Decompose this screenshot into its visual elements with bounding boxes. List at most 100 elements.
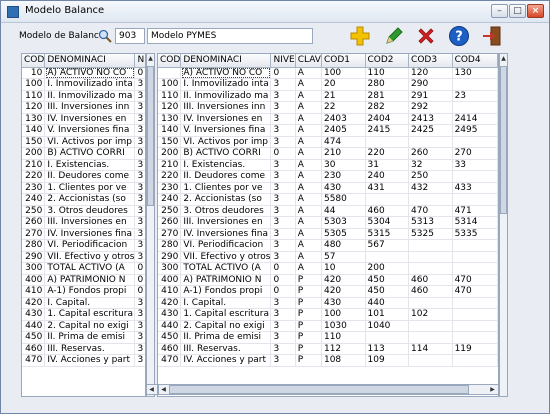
table-row[interactable]: 120III. Inversiones inn3A [22,101,145,114]
table-cell[interactable] [365,331,410,344]
table-cell[interactable]: 3 [270,113,296,125]
table-cell[interactable]: IV. Acciones y part [180,354,272,367]
table-cell[interactable]: 3 [134,205,145,217]
table-cell[interactable]: 200 [158,147,182,160]
table-cell[interactable]: 250 [408,170,453,183]
table-cell[interactable]: 470 [452,274,498,286]
table-cell[interactable]: 3 [270,136,296,148]
table-cell[interactable]: 44 [321,205,366,217]
table-cell[interactable]: 290 [408,78,453,91]
table-cell[interactable]: 282 [365,101,410,114]
table-cell[interactable]: 470 [408,205,453,217]
table-cell[interactable]: I. Existencias. [180,159,272,171]
table-cell[interactable]: 113 [365,343,410,355]
table-cell[interactable]: 5335 [452,228,498,240]
table-row[interactable]: 430 1. Capital escritura 3 P 100 101 102 [158,308,498,321]
table-cell[interactable]: III. Inversiones inn [180,101,272,114]
table-cell[interactable]: 260 [22,216,46,229]
table-cell[interactable] [452,170,498,183]
table-cell[interactable]: I. Inmovilizado inta [180,78,272,91]
table-cell[interactable]: 140 [158,124,182,137]
table-row[interactable]: 240 2. Accionistas (so 3 A 5580 [158,193,498,206]
table-cell[interactable]: 3 [270,182,296,194]
pencil-icon[interactable] [383,25,405,47]
table-cell[interactable] [452,262,498,275]
table-row[interactable]: 2402. Accionistas (so3A [22,193,145,206]
table-cell[interactable]: 3 [270,124,296,137]
table-cell[interactable]: VII. Efectivo y otros [44,251,136,263]
table-cell[interactable]: 430 [321,297,366,309]
table-cell[interactable]: 3 [270,320,296,332]
table-cell[interactable]: 2425 [408,124,453,137]
table-cell[interactable]: 110 [22,90,46,102]
table-cell[interactable]: 460 [408,285,453,298]
table-cell[interactable] [365,136,410,148]
table-cell[interactable] [452,193,498,206]
table-cell[interactable]: 3 [270,170,296,183]
table-cell[interactable]: 460 [365,205,410,217]
table-cell[interactable]: 460 [408,274,453,286]
table-cell[interactable]: A [295,67,322,79]
table-cell[interactable]: A [295,90,322,102]
table-cell[interactable]: A-1) Fondos propi [44,285,136,298]
table-cell[interactable]: VI. Activos por imp [44,136,136,148]
table-cell[interactable]: 5304 [365,216,410,229]
table-cell[interactable]: V. Inversiones fina [44,124,136,137]
table-row[interactable]: 280 VI. Periodificacion 3 A 480 567 [158,239,498,252]
table-cell[interactable]: 30 [321,159,366,171]
table-row[interactable]: 300 TOTAL ACTIVO (A 0 A 10 200 [158,262,498,275]
table-row[interactable]: 130IV. Inversiones en3A [22,113,145,125]
table-cell[interactable]: 0 [270,262,296,275]
right-horizontal-scrollbar[interactable]: ◀ ▶ [158,384,499,395]
table-cell[interactable] [408,331,453,344]
door-exit-icon[interactable] [481,25,503,47]
table-row[interactable]: 210 I. Existencias. 3 A 30 31 32 33 [158,159,498,171]
table-cell[interactable]: 220 [22,170,46,183]
table-cell[interactable]: 100 [22,78,46,91]
table-cell[interactable]: 10 [22,67,46,79]
minimize-button[interactable]: – [491,4,508,18]
table-row[interactable]: 300TOTAL ACTIVO (A0A [22,262,145,275]
table-cell[interactable]: 3 [134,78,145,91]
table-cell[interactable]: VI. Activos por imp [180,136,272,148]
table-cell[interactable]: IV. Inversiones fina [180,228,272,240]
scroll-thumb[interactable] [500,66,507,214]
table-cell[interactable]: 0 [270,147,296,160]
table-cell[interactable]: I. Capital. [44,297,136,309]
table-cell[interactable]: 250 [158,205,182,217]
table-cell[interactable]: 432 [408,182,453,194]
table-cell[interactable] [408,136,453,148]
table-cell[interactable]: 3 [134,101,145,114]
table-cell[interactable]: 20 [321,78,366,91]
table-cell[interactable]: VI. Periodificacion [44,239,136,252]
table-row[interactable]: 110II. Inmovilizado ma3A [22,90,145,102]
table-row[interactable]: 10 A) ACTIVO NO CO 0 A 100 110 120 130 [158,67,498,79]
table-cell[interactable]: 240 [158,193,182,206]
scroll-thumb[interactable] [169,385,469,394]
table-row[interactable]: 450 II. Prima de emisi 3 P 110 [158,331,498,344]
table-cell[interactable]: 5325 [408,228,453,240]
table-cell[interactable] [452,308,498,321]
table-row[interactable]: 410A-1) Fondos propi0P [22,285,145,298]
table-cell[interactable]: 420 [158,297,182,309]
table-cell[interactable]: 2404 [365,113,410,125]
table-cell[interactable]: 3 [134,124,145,137]
table-cell[interactable]: 300 [22,262,46,275]
table-cell[interactable]: 3 [134,193,145,206]
table-cell[interactable]: 2. Accionistas (so [180,193,272,206]
table-cell[interactable]: 1. Clientes por ve [44,182,136,194]
table-cell[interactable]: 0 [270,285,296,298]
column-header[interactable]: COD [22,54,46,68]
table-cell[interactable]: 260 [158,216,182,229]
table-cell[interactable]: A) PATRIMONIO N [180,274,272,286]
table-cell[interactable]: 3 [270,354,296,367]
table-row[interactable]: 260 III. Inversiones en 3 A 5303 5304 5313 5314 [158,216,498,229]
left-horizontal-scrollbar[interactable]: ◀ [146,384,158,395]
table-cell[interactable]: 3 [134,228,145,240]
table-cell[interactable]: 0 [270,67,296,79]
table-cell[interactable]: IV. Inversiones en [44,113,136,125]
table-cell[interactable]: 280 [158,239,182,252]
table-cell[interactable]: 5314 [452,216,498,229]
scroll-left-arrow-icon[interactable]: ◀ [147,385,156,394]
table-cell[interactable]: 3 [270,343,296,355]
